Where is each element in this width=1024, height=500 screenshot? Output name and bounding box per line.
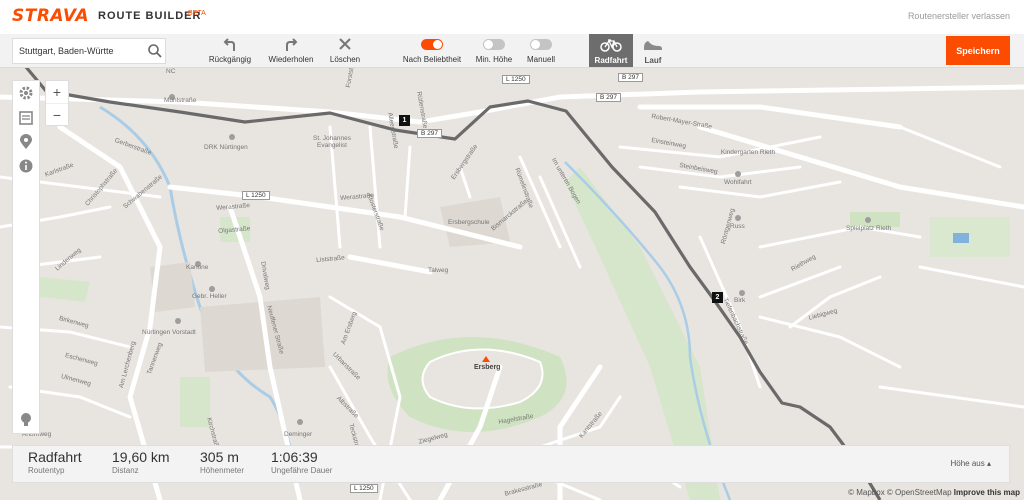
save-button[interactable]: Speichern (946, 36, 1010, 65)
popularity-label: Nach Beliebtheit (402, 55, 462, 64)
map-label: Kanone (186, 264, 209, 271)
exit-route-builder-link[interactable]: Routenersteller verlassen (908, 11, 1010, 21)
map-label: St. Johannes Evangelist (313, 135, 351, 149)
map-label: Deminger (284, 431, 313, 438)
shoe-icon (644, 41, 662, 50)
clear-button[interactable]: Löschen (326, 34, 364, 67)
road-shield-l1250: L 1250 (242, 191, 270, 200)
location-search-input[interactable] (19, 43, 129, 59)
map-label: Gebr. Heller (192, 293, 227, 300)
chevron-up-icon: ▴ (986, 459, 991, 468)
route-type-value: Radfahrt (28, 449, 82, 465)
redo-label: Wiederholen (268, 55, 314, 64)
elevation-toggle[interactable]: Höhe aus ▴ (951, 459, 992, 468)
elevation-stat: 305 m Höhenmeter (200, 449, 244, 475)
product-name: ROUTE BUILDER (98, 10, 202, 22)
map-label: Mühlstraße (164, 97, 197, 104)
map-label: Wohlfahrt (724, 179, 752, 186)
map-label: Ersbergschule (448, 219, 490, 226)
settings-icon[interactable] (17, 84, 35, 102)
map-svg (0, 67, 1024, 500)
peak-label: Ersberg (474, 364, 501, 371)
map-label: Birk (734, 297, 746, 304)
elevation-value: 305 m (200, 449, 239, 465)
map-label: Nürtingen Vorstadt (142, 329, 196, 336)
search-box (12, 38, 166, 64)
osm-link[interactable]: © OpenStreetMap (887, 488, 952, 497)
map-label: DRK Nürtingen (204, 144, 248, 151)
map-label: Spielplatz Rieth (846, 225, 892, 232)
strava-logo[interactable]: STRAVA (12, 6, 89, 26)
distance-stat: 19,60 km Distanz (112, 449, 170, 475)
road-shield-b297: B 297 (417, 129, 442, 138)
distance-value: 19,60 km (112, 449, 170, 465)
min-elevation-toggle[interactable]: Min. Höhe (470, 34, 518, 67)
bike-icon (600, 39, 622, 52)
road-shield-l1250: L 1250 (350, 484, 378, 493)
road-shield-b297: B 297 (596, 93, 621, 102)
zoom-out-button[interactable]: − (46, 103, 68, 126)
zoom-in-button[interactable]: + (46, 81, 68, 103)
route-waypoint-marker[interactable]: 1 (399, 115, 410, 126)
close-icon (339, 38, 351, 50)
map-tools-panel (12, 80, 40, 434)
location-pin-icon[interactable] (17, 133, 35, 151)
mapbox-link[interactable]: © Mapbox (848, 488, 885, 497)
elevation-label: Höhenmeter (200, 466, 245, 475)
info-icon[interactable] (17, 157, 35, 175)
redo-button[interactable]: Wiederholen (264, 34, 318, 67)
ride-label: Radfahrt (594, 56, 628, 65)
map-label: Kindergarten Rieth (720, 149, 776, 156)
map-label: NC (166, 68, 176, 75)
route-waypoint-marker[interactable]: 2 (712, 292, 723, 303)
manual-switch[interactable] (530, 39, 552, 50)
road-shield-b297: B 297 (618, 73, 643, 82)
run-label: Lauf (644, 56, 662, 65)
map-canvas[interactable]: L 1250 L 1250 L 1250 B 297 B 297 B 297 N… (0, 67, 1024, 500)
redo-icon (286, 38, 298, 51)
undo-label: Rückgängig (208, 55, 252, 64)
min-elevation-switch[interactable] (483, 39, 505, 50)
improve-map-link[interactable]: Improve this map (954, 488, 1020, 497)
route-type-stat: Radfahrt Routentyp (28, 449, 82, 475)
elevation-toggle-label: Höhe aus (950, 459, 985, 468)
distance-label: Distanz (112, 466, 139, 475)
map-attribution: © Mapbox © OpenStreetMap Improve this ma… (848, 488, 1020, 497)
duration-label: Ungefähre Dauer (271, 466, 333, 475)
undo-button[interactable]: Rückgängig (204, 34, 256, 67)
min-elevation-label: Min. Höhe (475, 55, 513, 64)
popularity-toggle[interactable]: Nach Beliebtheit (398, 34, 466, 67)
duration-value: 1:06:39 (271, 449, 318, 465)
street-label: Talweg (428, 267, 449, 274)
ride-mode-button[interactable]: Radfahrt (589, 34, 633, 67)
route-type-label: Routentyp (28, 466, 65, 475)
road-shield-l1250: L 1250 (502, 75, 530, 84)
beta-badge: BETA (188, 10, 206, 17)
duration-stat: 1:06:39 Ungefähre Dauer (271, 449, 332, 475)
popularity-switch[interactable] (421, 39, 443, 50)
pond (953, 233, 969, 243)
undo-icon (223, 38, 235, 51)
route-stats-bar: Radfahrt Routentyp 19,60 km Distanz 305 … (12, 445, 1010, 483)
toolbar: Rückgängig Wiederholen Löschen Nach Beli… (0, 34, 1024, 68)
run-mode-button[interactable]: Lauf (633, 34, 673, 67)
layers-icon[interactable] (17, 109, 35, 127)
manual-label: Manuell (526, 55, 555, 64)
zoom-controls: + − (45, 80, 69, 126)
top-bar: STRAVA ROUTE BUILDER BETA Routenerstelle… (0, 0, 1024, 35)
search-icon[interactable] (147, 43, 163, 59)
bulb-icon[interactable] (17, 411, 35, 429)
clear-label: Löschen (329, 55, 361, 64)
manual-toggle[interactable]: Manuell (522, 34, 560, 67)
